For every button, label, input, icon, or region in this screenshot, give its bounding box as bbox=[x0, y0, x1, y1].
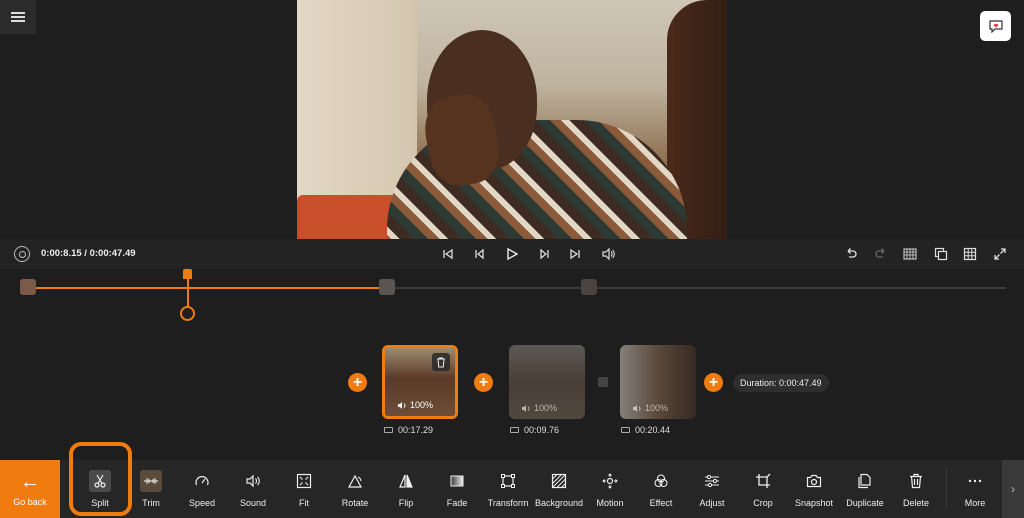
fit-icon bbox=[293, 470, 315, 492]
crop-button[interactable]: Crop bbox=[738, 460, 788, 518]
more-dots-icon bbox=[964, 470, 986, 492]
chevron-right-icon[interactable]: › bbox=[1002, 460, 1024, 518]
rotate-icon bbox=[344, 470, 366, 492]
background-button[interactable]: Background bbox=[534, 460, 584, 518]
clip-thumbnail[interactable]: 100% bbox=[620, 345, 696, 419]
effect-icon bbox=[650, 470, 672, 492]
flip-icon bbox=[395, 470, 417, 492]
mini-clip-thumbnail[interactable] bbox=[20, 279, 36, 295]
trash-icon bbox=[905, 470, 927, 492]
settings-icon[interactable] bbox=[14, 246, 30, 262]
clip-duration: 00:17.29 bbox=[384, 425, 433, 435]
total-duration: Duration: 0:00:47.49 bbox=[733, 374, 829, 392]
fit-button[interactable]: Fit bbox=[279, 460, 329, 518]
hamburger-menu-icon[interactable] bbox=[0, 0, 36, 34]
go-back-button[interactable]: ← Go back bbox=[0, 460, 60, 518]
crop-icon bbox=[752, 470, 774, 492]
trim-icon bbox=[140, 470, 162, 492]
skip-to-start-icon[interactable] bbox=[441, 245, 455, 263]
clip-duration: 00:20.44 bbox=[621, 425, 670, 435]
duplicate-button[interactable]: Duplicate bbox=[840, 460, 890, 518]
clip-volume: 100% bbox=[397, 400, 433, 410]
more-button[interactable]: More bbox=[950, 460, 1000, 518]
video-editor-app: 0:00:8.15 / 0:00:47.49 + 100% 00:17.29 +… bbox=[0, 0, 1024, 518]
copy-frame-icon[interactable] bbox=[934, 245, 948, 263]
transform-button[interactable]: Transform bbox=[483, 460, 533, 518]
toolbar-divider bbox=[946, 468, 947, 508]
clip-thumbnail[interactable]: 100% bbox=[509, 345, 585, 419]
add-clip-button[interactable]: + bbox=[348, 373, 367, 392]
duplicate-icon bbox=[854, 470, 876, 492]
speedometer-icon bbox=[191, 470, 213, 492]
add-clip-button[interactable]: + bbox=[704, 373, 723, 392]
clip-volume: 100% bbox=[632, 403, 668, 413]
video-camera-icon bbox=[510, 427, 519, 433]
adjust-button[interactable]: Adjust bbox=[687, 460, 737, 518]
sound-button[interactable]: Sound bbox=[228, 460, 278, 518]
video-camera-icon bbox=[621, 427, 630, 433]
transition-icon[interactable] bbox=[598, 377, 608, 387]
clip-thumbnail[interactable]: 100% bbox=[382, 345, 458, 419]
effect-button[interactable]: Effect bbox=[636, 460, 686, 518]
mini-timeline-track[interactable] bbox=[20, 287, 1006, 289]
motion-button[interactable]: Motion bbox=[585, 460, 635, 518]
clip-volume: 100% bbox=[521, 403, 557, 413]
transform-icon bbox=[497, 470, 519, 492]
fade-button[interactable]: Fade bbox=[432, 460, 482, 518]
speaker-icon bbox=[242, 470, 264, 492]
fullscreen-icon[interactable] bbox=[993, 245, 1007, 263]
edit-toolbar: ← Go back Split Trim Speed Sound Fit Rot… bbox=[0, 460, 1024, 518]
motion-icon bbox=[599, 470, 621, 492]
feedback-heart-icon[interactable] bbox=[980, 11, 1011, 41]
trash-icon[interactable] bbox=[432, 353, 450, 371]
mini-clip-thumbnail[interactable] bbox=[581, 279, 597, 295]
camera-icon bbox=[803, 470, 825, 492]
sliders-icon bbox=[701, 470, 723, 492]
play-icon[interactable] bbox=[505, 245, 519, 263]
playback-control-bar: 0:00:8.15 / 0:00:47.49 bbox=[0, 239, 1024, 269]
video-preview bbox=[297, 0, 727, 240]
add-clip-button[interactable]: + bbox=[474, 373, 493, 392]
grid-icon[interactable] bbox=[963, 245, 977, 263]
checkerboard-icon[interactable] bbox=[903, 245, 917, 263]
video-camera-icon bbox=[384, 427, 393, 433]
volume-icon[interactable] bbox=[601, 245, 615, 263]
playhead-knob[interactable] bbox=[180, 306, 195, 321]
snapshot-button[interactable]: Snapshot bbox=[789, 460, 839, 518]
background-icon bbox=[548, 470, 570, 492]
playhead-line bbox=[187, 278, 189, 307]
mini-timeline-progress bbox=[20, 287, 380, 289]
skip-to-end-icon[interactable] bbox=[568, 245, 582, 263]
time-display: 0:00:8.15 / 0:00:47.49 bbox=[41, 248, 136, 259]
arrow-left-icon: ← bbox=[20, 470, 40, 493]
flip-button[interactable]: Flip bbox=[381, 460, 431, 518]
clip-duration: 00:09.76 bbox=[510, 425, 559, 435]
rotate-button[interactable]: Rotate bbox=[330, 460, 380, 518]
trim-button[interactable]: Trim bbox=[126, 460, 176, 518]
undo-icon[interactable] bbox=[844, 245, 858, 263]
split-highlight-ring bbox=[69, 442, 132, 516]
fade-icon bbox=[446, 470, 468, 492]
previous-frame-icon[interactable] bbox=[472, 245, 486, 263]
next-frame-icon[interactable] bbox=[538, 245, 552, 263]
delete-button[interactable]: Delete bbox=[891, 460, 941, 518]
redo-icon[interactable] bbox=[874, 245, 888, 263]
mini-clip-thumbnail[interactable] bbox=[379, 279, 395, 295]
speed-button[interactable]: Speed bbox=[177, 460, 227, 518]
